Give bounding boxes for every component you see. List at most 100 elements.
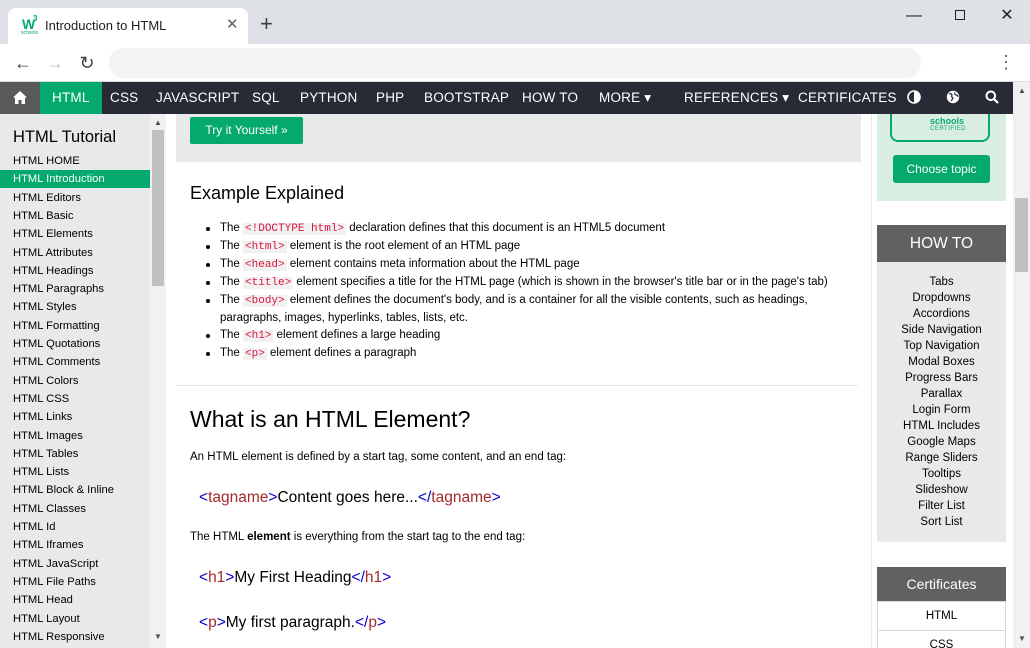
close-window-button[interactable]: ✕ — [984, 4, 1030, 28]
inline-code-tag: <!DOCTYPE html> — [243, 223, 347, 235]
sidebar-link[interactable]: HTML Head — [0, 591, 150, 609]
syntax-content: Content goes here... — [277, 489, 418, 506]
howto-link[interactable]: HTML Includes — [877, 418, 1006, 434]
scroll-down-arrow-icon[interactable]: ▼ — [154, 632, 162, 641]
browser-tab[interactable]: W 3 schools Introduction to HTML ✕ — [8, 8, 248, 44]
sidebar-link[interactable]: HTML Tables — [0, 445, 150, 463]
sidebar-link[interactable]: HTML Basic — [0, 207, 150, 225]
topnav-css[interactable]: CSS — [110, 82, 138, 114]
sidebar-link[interactable]: HTML JavaScript — [0, 555, 150, 573]
globe-icon[interactable] — [946, 90, 962, 106]
sidebar-link[interactable]: HTML Images — [0, 427, 150, 445]
howto-link[interactable]: Parallax — [877, 386, 1006, 402]
howto-link[interactable]: Tabs — [877, 274, 1006, 290]
new-tab-button[interactable]: + — [260, 12, 273, 36]
code-bracket: </ — [351, 569, 365, 586]
sidebar-link[interactable]: HTML Block & Inline — [0, 481, 150, 499]
sidebar-link[interactable]: HTML Links — [0, 408, 150, 426]
code-tagname: h1 — [208, 569, 226, 586]
explanation-item: The <html> element is the root element o… — [190, 238, 830, 256]
page-scrollbar[interactable]: ▲ ▼ — [1013, 82, 1030, 648]
sidebar-link[interactable]: HTML Quotations — [0, 335, 150, 353]
sidebar-link[interactable]: HTML Responsive — [0, 628, 150, 646]
dark-mode-toggle-icon[interactable] — [907, 90, 923, 106]
address-bar-row: ← → ↻ ⋮ — [0, 44, 1030, 82]
topnav-python[interactable]: PYTHON — [300, 82, 357, 114]
howto-link[interactable]: Side Navigation — [877, 322, 1006, 338]
sidebar-link[interactable]: HTML Paragraphs — [0, 280, 150, 298]
minimize-window-button[interactable]: — — [891, 4, 937, 28]
howto-link[interactable]: Sort List — [877, 514, 1006, 530]
omnibox-input[interactable] — [109, 48, 921, 78]
tab-close-icon[interactable]: ✕ — [226, 16, 239, 34]
topnav-references-dropdown[interactable]: REFERENCES ▾ — [684, 82, 789, 114]
howto-link[interactable]: Accordions — [877, 306, 1006, 322]
topnav-javascript[interactable]: JAVASCRIPT — [156, 82, 239, 114]
sidebar-link[interactable]: HTML HOME — [0, 152, 150, 170]
sidebar-link[interactable]: HTML Lists — [0, 463, 150, 481]
howto-link[interactable]: Modal Boxes — [877, 354, 1006, 370]
topnav-certificates[interactable]: CERTIFICATES — [798, 82, 897, 114]
sidebar-link[interactable]: HTML Iframes — [0, 536, 150, 554]
topnav-html[interactable]: HTML — [40, 82, 102, 114]
howto-link[interactable]: Progress Bars — [877, 370, 1006, 386]
home-button[interactable] — [0, 82, 40, 114]
howto-link[interactable]: Range Sliders — [877, 450, 1006, 466]
howto-link[interactable]: Dropdowns — [877, 290, 1006, 306]
topnav-php[interactable]: PHP — [376, 82, 404, 114]
howto-link[interactable]: Login Form — [877, 402, 1006, 418]
browser-menu-icon[interactable]: ⋮ — [997, 52, 1015, 72]
topnav-howto[interactable]: HOW TO — [522, 82, 578, 114]
certificate-link[interactable]: CSS — [877, 630, 1006, 648]
sidebar-link[interactable]: HTML Formatting — [0, 317, 150, 335]
sidebar-link[interactable]: HTML File Paths — [0, 573, 150, 591]
sidebar-scrollbar[interactable]: ▲ ▼ — [150, 114, 166, 648]
sidebar-link[interactable]: HTML Editors — [0, 189, 150, 207]
topnav-bootstrap[interactable]: BOOTSTRAP — [424, 82, 509, 114]
topnav-sql[interactable]: SQL — [252, 82, 280, 114]
explanation-item: The <head> element contains meta informa… — [190, 256, 830, 274]
explanation-item: The <title> element specifies a title fo… — [190, 274, 830, 292]
howto-link[interactable]: Google Maps — [877, 434, 1006, 450]
scroll-down-arrow-icon[interactable]: ▼ — [1018, 634, 1026, 643]
howto-link[interactable]: Top Navigation — [877, 338, 1006, 354]
explanation-text: The — [220, 346, 244, 359]
page-scroll-thumb[interactable] — [1015, 198, 1028, 272]
sidebar-link[interactable]: HTML Comments — [0, 353, 150, 371]
sidebar-link[interactable]: HTML Layout — [0, 610, 150, 628]
explanation-text: element contains meta information about … — [286, 258, 580, 270]
scroll-up-arrow-icon[interactable]: ▲ — [1018, 86, 1026, 95]
sidebar-link[interactable]: HTML Elements — [0, 225, 150, 243]
code-tagname: p — [368, 614, 377, 631]
home-icon — [13, 91, 27, 104]
forward-button[interactable]: → — [43, 51, 67, 75]
code-bracket: > — [376, 614, 387, 631]
search-icon[interactable] — [985, 90, 1001, 106]
back-button[interactable]: ← — [11, 51, 35, 75]
reload-button[interactable]: ↻ — [75, 51, 99, 75]
inline-code-tag: <head> — [243, 259, 287, 271]
sidebar-link[interactable]: HTML Introduction — [0, 170, 150, 189]
sidebar-link[interactable]: HTML Attributes — [0, 244, 150, 262]
maximize-window-button[interactable] — [937, 4, 983, 28]
explanation-text: The — [220, 258, 244, 270]
scroll-up-arrow-icon[interactable]: ▲ — [154, 118, 162, 127]
sidebar-link[interactable]: HTML Id — [0, 518, 150, 536]
code-bracket: > — [216, 614, 226, 631]
syntax-bracket: > — [491, 489, 501, 506]
sidebar-link[interactable]: HTML Styles — [0, 298, 150, 316]
sidebar-link[interactable]: HTML Headings — [0, 262, 150, 280]
sidebar-link[interactable]: HTML Classes — [0, 500, 150, 518]
sidebar-link[interactable]: HTML Colors — [0, 372, 150, 390]
syntax-bracket: </ — [417, 489, 432, 506]
element-section-heading: What is an HTML Element? — [190, 406, 471, 432]
sidebar-scroll-thumb[interactable] — [152, 130, 164, 286]
certificate-link[interactable]: HTML — [877, 601, 1006, 631]
topnav-more-dropdown[interactable]: MORE ▾ — [599, 82, 651, 114]
howto-link[interactable]: Slideshow — [877, 482, 1006, 498]
howto-link[interactable]: Tooltips — [877, 466, 1006, 482]
howto-link[interactable]: Filter List — [877, 498, 1006, 514]
try-it-yourself-button[interactable]: Try it Yourself » — [190, 117, 303, 144]
sidebar-link[interactable]: HTML CSS — [0, 390, 150, 408]
choose-topic-button[interactable]: Choose topic — [893, 155, 990, 183]
